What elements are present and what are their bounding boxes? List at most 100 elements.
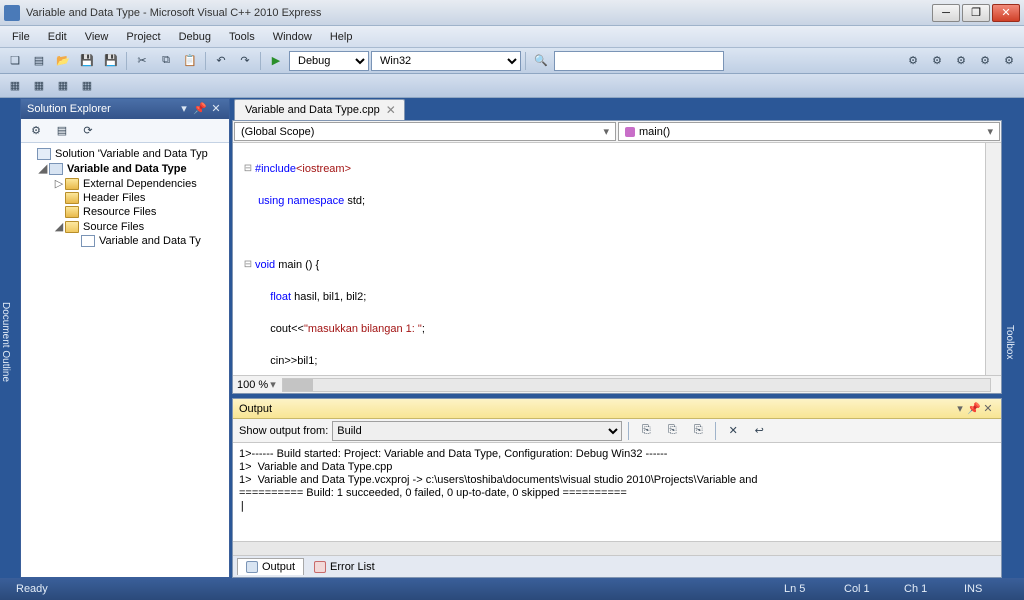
copy-icon[interactable]: ⧉ [155,51,177,71]
undo-icon[interactable]: ↶ [210,51,232,71]
zoom-level[interactable]: 100 % [237,379,268,391]
separator [205,52,206,70]
save-all-icon[interactable]: 💾 [100,51,122,71]
output-pin-icon[interactable]: 📌 [967,402,981,415]
editor-scroll-v[interactable] [985,143,1001,375]
tab-close-icon[interactable]: ✕ [386,103,396,117]
tree-project[interactable]: ◢Variable and Data Type [21,161,229,176]
window-title: Variable and Data Type - Microsoft Visua… [26,7,932,19]
close-button[interactable]: ✕ [992,4,1020,22]
panel-pin-icon[interactable]: 📌 [193,102,207,116]
file-tabs: Variable and Data Type.cpp ✕ [232,98,1002,120]
panel-title: Solution Explorer [27,103,111,115]
separator [126,52,127,70]
find-icon[interactable]: 🔍 [530,51,552,71]
tree-resource-files[interactable]: Resource Files [21,205,229,219]
status-line: Ln 5 [776,583,836,595]
redo-icon[interactable]: ↷ [234,51,256,71]
scope-global-dropdown[interactable]: (Global Scope)▾ [234,122,616,141]
platform-dropdown[interactable]: Win32 [371,51,521,71]
out-tb-wrap-icon[interactable]: ↩ [748,421,770,441]
ext1-icon[interactable]: ⚙ [902,51,924,71]
out-tb-icon1[interactable]: ⎘ [635,421,657,441]
config-dropdown[interactable]: Debug [289,51,369,71]
ext3-icon[interactable]: ⚙ [950,51,972,71]
ext4-icon[interactable]: ⚙ [974,51,996,71]
add-item-icon[interactable]: ▤ [28,51,50,71]
main-area: Document Outline Solution Explorer ▾ 📌 ✕… [0,98,1024,578]
status-ins: INS [956,583,1016,595]
menu-tools[interactable]: Tools [221,29,263,45]
solution-explorer-header: Solution Explorer ▾ 📌 ✕ [21,99,229,119]
separator [525,52,526,70]
toolbox-tab[interactable]: Toolbox [1004,98,1024,578]
method-icon [625,127,635,137]
tree-solution[interactable]: Solution 'Variable and Data Typ [21,147,229,161]
tree-cpp-file[interactable]: Variable and Data Ty [21,234,229,248]
minimize-button[interactable]: ─ [932,4,960,22]
menu-project[interactable]: Project [118,29,168,45]
menu-view[interactable]: View [77,29,117,45]
panel-dropdown-icon[interactable]: ▾ [177,102,191,116]
menu-help[interactable]: Help [322,29,361,45]
code-editor[interactable]: ⊟#include#include<iostream><iostream> us… [233,143,985,375]
output-source-dropdown[interactable]: Build [332,421,622,441]
cut-icon[interactable]: ✂ [131,51,153,71]
tree-external-deps[interactable]: ▷External Dependencies [21,176,229,191]
tb2-icon3[interactable]: ▦ [52,76,74,96]
tree-source-files[interactable]: ◢Source Files [21,219,229,234]
output-close-icon[interactable]: ✕ [981,402,995,415]
output-dropdown-icon[interactable]: ▾ [953,402,967,415]
status-ready: Ready [8,583,68,595]
scope-row: (Global Scope)▾ main()▾ [233,121,1001,143]
find-input[interactable] [554,51,724,71]
ext2-icon[interactable]: ⚙ [926,51,948,71]
solution-explorer-panel: Solution Explorer ▾ 📌 ✕ ⚙ ▤ ⟳ Solution '… [20,98,230,578]
tb2-icon2[interactable]: ▦ [28,76,50,96]
tb2-icon4[interactable]: ▦ [76,76,98,96]
new-project-icon[interactable]: ❏ [4,51,26,71]
output-title: Output [239,403,272,415]
file-tab-label: Variable and Data Type.cpp [245,104,380,116]
bottom-tabs: Output Error List [233,555,1001,577]
error-icon [314,561,326,573]
status-col: Col 1 [836,583,896,595]
save-icon[interactable]: 💾 [76,51,98,71]
toolbar-secondary: ▦ ▦ ▦ ▦ [0,74,1024,98]
menu-window[interactable]: Window [265,29,320,45]
document-outline-tab[interactable]: Document Outline [0,98,20,578]
bottom-tab-errorlist[interactable]: Error List [306,559,383,575]
bottom-tab-output[interactable]: Output [237,558,304,575]
scope-method-dropdown[interactable]: main()▾ [618,122,1000,141]
solution-explorer-toolbar: ⚙ ▤ ⟳ [21,119,229,143]
menu-debug[interactable]: Debug [171,29,219,45]
start-debug-icon[interactable]: ▶ [265,51,287,71]
output-header: Output ▾ 📌 ✕ [233,399,1001,419]
paste-icon[interactable]: 📋 [179,51,201,71]
tb2-icon1[interactable]: ▦ [4,76,26,96]
restore-button[interactable]: ❐ [962,4,990,22]
solution-tree: Solution 'Variable and Data Typ ◢Variabl… [21,143,229,577]
output-toolbar: Show output from: Build ⎘ ⎘ ⎘ ✕ ↩ [233,419,1001,443]
output-panel: Output ▾ 📌 ✕ Show output from: Build ⎘ ⎘… [232,398,1002,578]
app-icon [4,5,20,21]
open-icon[interactable]: 📂 [52,51,74,71]
show-all-icon[interactable]: ▤ [51,121,73,141]
menu-edit[interactable]: Edit [40,29,75,45]
tree-header-files[interactable]: Header Files [21,191,229,205]
out-tb-icon2[interactable]: ⎘ [661,421,683,441]
out-tb-icon3[interactable]: ⎘ [687,421,709,441]
refresh-icon[interactable]: ⟳ [77,121,99,141]
status-bar: Ready Ln 5 Col 1 Ch 1 INS [0,578,1024,600]
status-ch: Ch 1 [896,583,956,595]
ext5-icon[interactable]: ⚙ [998,51,1020,71]
menu-file[interactable]: File [4,29,38,45]
output-text[interactable]: 1>------ Build started: Project: Variabl… [233,443,1001,541]
out-tb-clear-icon[interactable]: ✕ [722,421,744,441]
file-tab-active[interactable]: Variable and Data Type.cpp ✕ [234,99,405,120]
editor-scroll-h[interactable] [282,378,991,392]
output-scroll-h[interactable] [233,541,1001,555]
properties-icon[interactable]: ⚙ [25,121,47,141]
editor-wrap: (Global Scope)▾ main()▾ ⊟#include#includ… [232,120,1002,394]
panel-close-icon[interactable]: ✕ [209,102,223,116]
